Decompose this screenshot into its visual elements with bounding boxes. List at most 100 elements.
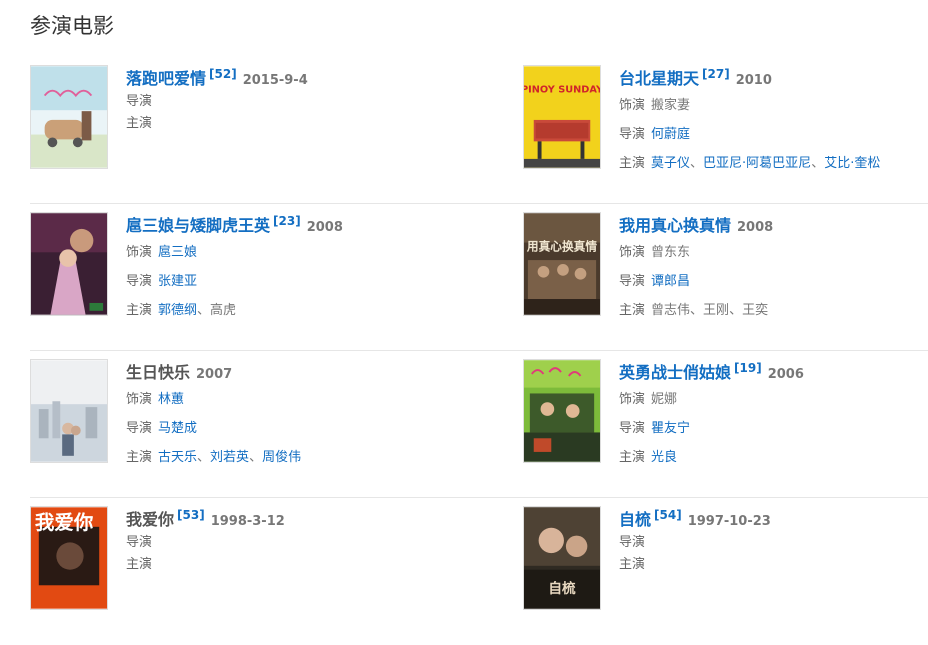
cast-member-link[interactable]: 莫子仪 (651, 156, 690, 171)
reference-link[interactable]: [52] (209, 67, 237, 81)
poster-image (31, 66, 107, 168)
cast-member-link[interactable]: 刘若英 (210, 450, 249, 465)
cast-separator: 、 (690, 156, 704, 171)
film-title-link[interactable]: 落跑吧爱情 (126, 69, 206, 88)
film-poster[interactable] (30, 65, 108, 169)
reference-link[interactable]: [23] (273, 214, 301, 228)
role-line: 饰演 搬家妻 (619, 91, 919, 120)
film-title-line: 英勇战士俏姑娘 [19] 2006 (619, 359, 919, 385)
film-info: 台北星期天 [27] 2010 饰演 搬家妻 导演 何蔚庭 主演 莫子仪、巴亚尼·阿葛巴亚… (619, 65, 919, 178)
film-title-link[interactable]: 我用真心换真情 (619, 216, 731, 235)
film-info: 扈三娘与矮脚虎王英 [23] 2008 饰演 扈三娘 导演 张建亚 主演 郭德纲、高虎 (126, 212, 426, 325)
film-title-line: 落跑吧爱情 [52] 2015-9-4 (126, 65, 426, 91)
director-link[interactable]: 张建亚 (158, 274, 197, 289)
release-date: 2006 (767, 367, 804, 382)
cast-label: 主演 (619, 450, 646, 465)
role-label: 饰演 (619, 245, 646, 260)
role-line: 饰演 妮娜 (619, 385, 919, 414)
cast-label: 主演 (126, 303, 153, 318)
director-link[interactable]: 何蔚庭 (651, 127, 690, 142)
film-row: 生日快乐 2007 饰演 林蕙 导演 马楚成 主演 古天乐、刘若英、周俊伟 英勇… (30, 351, 928, 498)
cast-separator: 、 (729, 303, 743, 318)
cast-member-link[interactable]: 艾比·奎松 (824, 156, 880, 171)
reference-link[interactable]: [54] (654, 508, 682, 522)
cast-member-text: 王刚 (703, 303, 730, 318)
film-poster[interactable]: PINOY SUNDAY (523, 65, 601, 169)
director-label: 导演 (126, 274, 153, 289)
poster-image (31, 213, 107, 315)
cast-line: 主演 (126, 113, 426, 135)
film-title-line: 自梳 [54] 1997-10-23 (619, 506, 919, 532)
director-line: 导演 (126, 532, 426, 554)
director-label: 导演 (126, 94, 153, 109)
film-poster[interactable]: 自梳 (523, 506, 601, 610)
cast-member-link[interactable]: 周俊伟 (262, 450, 301, 465)
cast-separator: 、 (197, 450, 211, 465)
role-line: 饰演 林蕙 (126, 385, 426, 414)
cast-separator: 、 (690, 303, 704, 318)
film-info: 落跑吧爱情 [52] 2015-9-4 导演 主演 (126, 65, 426, 135)
director-line: 导演 马楚成 (126, 414, 426, 443)
cast-member-link[interactable]: 郭德纲 (158, 303, 197, 318)
cast-label: 主演 (126, 557, 153, 572)
cast-member-text: 曾志伟 (651, 303, 691, 318)
cast-line: 主演 (619, 554, 919, 576)
cast-label: 主演 (126, 116, 153, 131)
film-row: 我爱你 我爱你 [53] 1998-3-12 导演 主演 自梳 自梳 [54] … (30, 498, 928, 645)
cast-member-link[interactable]: 巴亚尼·阿葛巴亚尼 (703, 156, 811, 171)
role-link[interactable]: 林蕙 (158, 392, 184, 407)
film-title-link[interactable]: 自梳 (619, 510, 651, 529)
poster-image: 用真心换真情 (524, 213, 600, 315)
film-poster[interactable] (30, 212, 108, 316)
director-link[interactable]: 马楚成 (158, 421, 197, 436)
cast-separator: 、 (811, 156, 825, 171)
cast-member-text: 王奕 (742, 303, 769, 318)
film-title-line: 我用真心换真情 2008 (619, 212, 919, 238)
film-info: 我用真心换真情 2008 饰演 曾东东 导演 谭郎昌 主演 曾志伟、王刚、王奕 (619, 212, 919, 325)
poster-title-text: PINOY SUNDAY (524, 85, 600, 96)
release-date: 2007 (196, 367, 233, 382)
cast-label: 主演 (126, 450, 153, 465)
role-label: 饰演 (126, 392, 153, 407)
film-title-line: 我爱你 [53] 1998-3-12 (126, 506, 426, 532)
film-title-line: 生日快乐 2007 (126, 359, 426, 385)
reference-link[interactable]: [19] (734, 361, 762, 375)
film-title-line: 台北星期天 [27] 2010 (619, 65, 919, 91)
cast-label: 主演 (619, 156, 646, 171)
cast-separator: 、 (249, 450, 263, 465)
film-title-link[interactable]: 台北星期天 (619, 69, 699, 88)
release-date: 2008 (306, 220, 343, 235)
cast-line: 主演 (126, 554, 426, 576)
role-label: 饰演 (126, 245, 153, 260)
role-value: 妮娜 (651, 392, 678, 407)
film-poster[interactable] (523, 359, 601, 463)
role-link[interactable]: 扈三娘 (158, 245, 197, 260)
film-title-link[interactable]: 英勇战士俏姑娘 (619, 363, 731, 382)
cast-member-text: 高虎 (210, 303, 237, 318)
poster-title-text: 自梳 (548, 580, 576, 597)
reference-link[interactable]: [27] (702, 67, 730, 81)
director-line: 导演 (126, 91, 426, 113)
poster-title-text: 用真心换真情 (526, 239, 597, 253)
reference-link[interactable]: [53] (177, 508, 205, 522)
poster-image: 我爱你 (31, 507, 107, 609)
role-line: 饰演 扈三娘 (126, 238, 426, 267)
role-value: 曾东东 (651, 245, 691, 260)
director-link[interactable]: 谭郎昌 (651, 274, 690, 289)
release-date: 1998-3-12 (210, 514, 285, 529)
film-poster[interactable] (30, 359, 108, 463)
film-poster[interactable]: 用真心换真情 (523, 212, 601, 316)
release-date: 1997-10-23 (687, 514, 771, 529)
poster-image: 自梳 (524, 507, 600, 609)
cast-member-link[interactable]: 古天乐 (158, 450, 197, 465)
film-grid: 落跑吧爱情 [52] 2015-9-4 导演 主演 PINOY SUNDAY 台… (30, 57, 928, 645)
director-link[interactable]: 瞿友宁 (651, 421, 690, 436)
film-title-link[interactable]: 扈三娘与矮脚虎王英 (126, 216, 270, 235)
cast-line: 主演 曾志伟、王刚、王奕 (619, 296, 919, 325)
film-title: 我爱你 (126, 510, 175, 529)
cast-member-link[interactable]: 光良 (651, 450, 677, 465)
cast-line: 主演 郭德纲、高虎 (126, 296, 426, 325)
film-poster[interactable]: 我爱你 (30, 506, 108, 610)
director-line: 导演 张建亚 (126, 267, 426, 296)
film-info: 自梳 [54] 1997-10-23 导演 主演 (619, 506, 919, 576)
